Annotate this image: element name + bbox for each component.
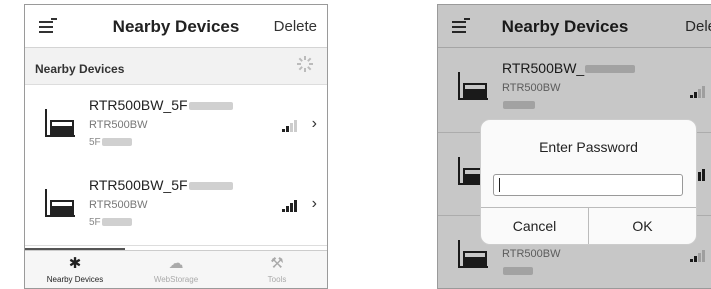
nearby-devices-screen: Nearby Devices Delete Nearby Devices RTR…	[24, 4, 328, 289]
loading-spinner-icon	[297, 56, 313, 72]
text-cursor	[499, 178, 500, 192]
dialog-title: Enter Password	[539, 139, 638, 155]
section-header: Nearby Devices	[25, 48, 327, 85]
chevron-right-icon: ›	[311, 195, 317, 212]
device-model: RTR500BW	[89, 199, 148, 211]
cancel-button[interactable]: Cancel	[481, 208, 588, 244]
password-dialog-screen: Nearby Devices Dele RTR500BW_ RTR500BW R…	[437, 4, 711, 289]
device-location: 5F	[89, 217, 101, 228]
password-input[interactable]	[493, 174, 683, 196]
device-name: RTR500BW_5F	[89, 97, 188, 113]
ok-button[interactable]: OK	[589, 208, 696, 244]
redacted-text	[188, 102, 233, 111]
chevron-right-icon: ›	[311, 115, 317, 132]
tab-label: WebStorage	[153, 275, 199, 284]
device-location: 5F	[89, 137, 101, 148]
cloud-icon: ☁	[168, 255, 184, 272]
delete-button[interactable]: Delete	[274, 18, 317, 35]
device-name: RTR500BW_5F	[89, 177, 188, 193]
bluetooth-icon: ✱	[68, 255, 82, 272]
device-model: RTR500BW	[89, 119, 148, 131]
tab-label: Nearby Devices	[46, 275, 104, 284]
section-label: Nearby Devices	[35, 62, 125, 76]
device-row[interactable]: RTR500BW_5F RTR500BW 5F ›	[25, 85, 327, 166]
wrench-icon: ⚒	[270, 255, 284, 272]
redacted-text	[101, 138, 132, 147]
tab-bar: ✱ Nearby Devices ☁ WebStorage ⚒ Tools	[25, 250, 327, 288]
tab-webstorage[interactable]: ☁ WebStorage	[126, 251, 226, 288]
dialog-buttons: Cancel OK	[481, 207, 696, 244]
tab-nearby-devices[interactable]: ✱ Nearby Devices	[25, 251, 125, 288]
redacted-text	[188, 182, 233, 191]
device-row[interactable]: RTR500BW_5F RTR500BW 5F ›	[25, 165, 327, 246]
signal-weak-icon	[282, 118, 300, 132]
redacted-text	[101, 218, 132, 227]
tab-label: Tools	[267, 275, 287, 284]
tab-tools[interactable]: ⚒ Tools	[227, 251, 327, 288]
password-dialog: Enter Password Cancel OK	[480, 119, 697, 245]
logger-device-icon	[45, 109, 77, 139]
signal-strong-icon	[282, 198, 300, 212]
logger-device-icon	[45, 189, 77, 219]
top-bar: Nearby Devices Delete	[25, 5, 327, 48]
